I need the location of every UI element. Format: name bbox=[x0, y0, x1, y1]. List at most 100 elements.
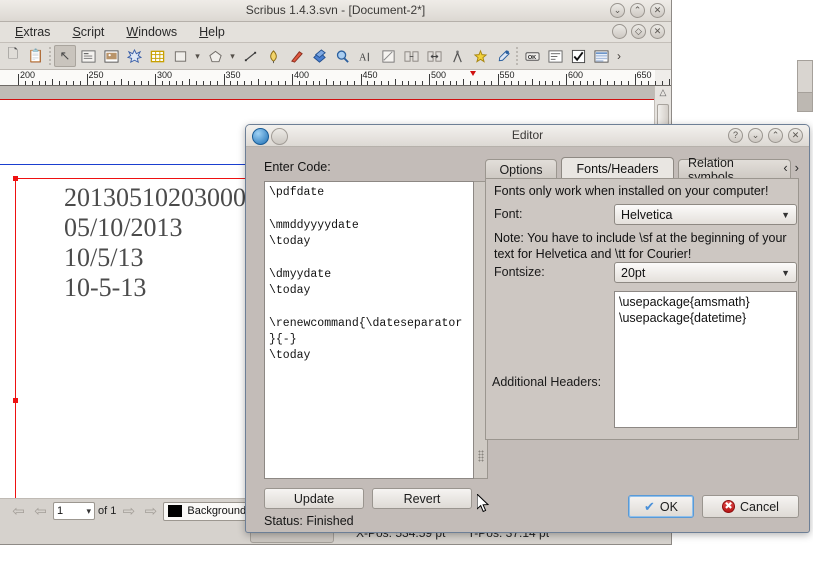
code-input[interactable]: \pdfdate \mmddyyyydate \today \dmyydate … bbox=[264, 181, 474, 479]
fontsize-label: Fontsize: bbox=[494, 265, 545, 279]
ruler-minor-tick bbox=[196, 81, 198, 85]
tab-prev-arrow-icon[interactable]: ‹ bbox=[783, 160, 787, 175]
maximize-button[interactable]: ⌃ bbox=[630, 3, 645, 18]
selected-text-frame[interactable]: 20130510203000 05/10/2013 10/5/13 10-5-1… bbox=[13, 176, 250, 499]
pdf-push-button-icon[interactable]: OK bbox=[521, 45, 543, 67]
minimize-button[interactable]: ⌄ bbox=[610, 3, 625, 18]
horizontal-ruler[interactable]: 200 250 300 350 400 450 500 550 600 650 bbox=[0, 70, 671, 86]
pdf-text-field-icon[interactable] bbox=[544, 45, 566, 67]
ruler-minor-tick bbox=[559, 81, 561, 85]
polygon-icon[interactable] bbox=[204, 45, 226, 67]
next-page-icon[interactable]: ⇨ bbox=[119, 502, 138, 520]
ruler-minor-tick bbox=[100, 81, 102, 85]
shape-dropdown-chevron-down-icon[interactable]: ▾ bbox=[192, 51, 203, 62]
edit-contents-icon[interactable]: A bbox=[354, 45, 376, 67]
pdf-checkbox-icon[interactable] bbox=[567, 45, 589, 67]
scroll-up-arrow-icon[interactable]: △ bbox=[655, 87, 671, 98]
close-button[interactable]: ✕ bbox=[650, 3, 665, 18]
ruler-minor-tick bbox=[381, 81, 383, 85]
render-frame-icon[interactable] bbox=[123, 45, 145, 67]
table-icon[interactable] bbox=[146, 45, 168, 67]
tab-relation-symbols[interactable]: Relation symbols bbox=[678, 156, 791, 184]
ruler-label: 350 bbox=[225, 70, 241, 80]
mdi-restore-button[interactable]: ◇ bbox=[631, 24, 646, 39]
text-frame-icon[interactable] bbox=[77, 45, 99, 67]
ruler-minor-tick bbox=[346, 81, 348, 85]
edit-text-icon[interactable] bbox=[377, 45, 399, 67]
menu-help[interactable]: Help bbox=[188, 23, 236, 41]
ruler-minor-tick bbox=[257, 79, 259, 85]
ok-button-label: OK bbox=[659, 499, 678, 514]
menu-extras[interactable]: Extras bbox=[4, 23, 61, 41]
bezier-icon[interactable] bbox=[262, 45, 284, 67]
ruler-label: 550 bbox=[499, 70, 515, 80]
copy-icon[interactable]: 📋 bbox=[25, 45, 47, 67]
ruler-minor-tick bbox=[572, 81, 574, 85]
font-label: Font: bbox=[494, 207, 523, 221]
ruler-minor-tick bbox=[278, 81, 280, 85]
new-document-icon[interactable]: 🗋 bbox=[2, 45, 24, 67]
ruler-minor-tick bbox=[24, 81, 26, 85]
close-button[interactable]: ✕ bbox=[788, 128, 803, 143]
tab-options[interactable]: Options bbox=[485, 159, 557, 179]
ruler-minor-tick bbox=[168, 81, 170, 85]
copy-item-properties-icon[interactable] bbox=[469, 45, 491, 67]
freehand-line-icon[interactable] bbox=[285, 45, 307, 67]
pdf-combo-box-icon[interactable] bbox=[590, 45, 612, 67]
chevron-down-icon: ▼ bbox=[781, 209, 790, 220]
eyedropper-icon[interactable] bbox=[492, 45, 514, 67]
cancel-button[interactable]: ✖ Cancel bbox=[702, 495, 799, 518]
cancel-icon: ✖ bbox=[722, 500, 736, 513]
font-select-value: Helvetica bbox=[621, 207, 673, 222]
menu-bar: Extras Script Windows Help bbox=[0, 22, 671, 43]
help-button[interactable]: ? bbox=[728, 128, 743, 143]
menu-windows[interactable]: Windows bbox=[115, 23, 188, 41]
ruler-minor-tick bbox=[326, 79, 328, 85]
ruler-label: 300 bbox=[157, 70, 173, 80]
mdi-close-button[interactable]: ✕ bbox=[650, 24, 665, 39]
ruler-minor-tick bbox=[613, 81, 615, 85]
update-button[interactable]: Update bbox=[264, 488, 364, 509]
fontsize-select[interactable]: 20pt ▼ bbox=[614, 262, 797, 283]
tab-fonts-headers[interactable]: Fonts/Headers bbox=[561, 157, 674, 179]
ruler-minor-tick bbox=[593, 81, 595, 85]
measurements-icon[interactable] bbox=[446, 45, 468, 67]
first-page-icon[interactable]: ⇦ bbox=[9, 502, 28, 520]
ruler-minor-tick bbox=[374, 81, 376, 85]
unlink-text-frames-icon[interactable] bbox=[423, 45, 445, 67]
menu-script[interactable]: Script bbox=[61, 23, 115, 41]
shape-icon[interactable] bbox=[169, 45, 191, 67]
additional-headers-input[interactable]: \usepackage{amsmath} \usepackage{datetim… bbox=[614, 291, 797, 428]
dialog-body: Enter Code: \pdfdate \mmddyyyydate \toda… bbox=[246, 146, 809, 532]
ok-button[interactable]: ✔ OK bbox=[628, 495, 694, 518]
ruler-label: 250 bbox=[88, 70, 104, 80]
frame-handle-top-left[interactable] bbox=[13, 176, 18, 181]
revert-button[interactable]: Revert bbox=[372, 488, 472, 509]
toolbar-separator bbox=[48, 46, 53, 66]
last-page-icon[interactable]: ⇨ bbox=[141, 502, 160, 520]
font-select[interactable]: Helvetica ▼ bbox=[614, 204, 797, 225]
previous-page-icon[interactable]: ⇦ bbox=[31, 502, 50, 520]
toolbar-overflow-icon[interactable]: › bbox=[613, 49, 625, 63]
mdi-minimize-button[interactable] bbox=[612, 24, 627, 39]
select-item-icon[interactable]: ↖ bbox=[54, 45, 76, 67]
ruler-minor-tick bbox=[387, 81, 389, 85]
frame-handle-bottom-left[interactable] bbox=[13, 398, 18, 403]
page-chevron-down-icon[interactable]: ▾ bbox=[86, 506, 91, 517]
tab-next-arrow-icon[interactable]: › bbox=[795, 160, 799, 175]
ruler-minor-tick bbox=[524, 81, 526, 85]
zoom-icon[interactable] bbox=[331, 45, 353, 67]
layer-selector[interactable]: Background bbox=[163, 501, 252, 521]
frame-text-content: 20130510203000 05/10/2013 10/5/13 10-5-1… bbox=[64, 183, 246, 303]
page-number-input[interactable]: 1 ▾ bbox=[53, 502, 95, 520]
ruler-minor-tick bbox=[538, 81, 540, 85]
rotate-item-icon[interactable] bbox=[308, 45, 330, 67]
line-icon[interactable] bbox=[239, 45, 261, 67]
image-frame-icon[interactable] bbox=[100, 45, 122, 67]
link-text-frames-icon[interactable] bbox=[400, 45, 422, 67]
ruler-minor-tick bbox=[93, 81, 95, 85]
maximize-button[interactable]: ⌃ bbox=[768, 128, 783, 143]
polygon-dropdown-chevron-down-icon[interactable]: ▾ bbox=[227, 51, 238, 62]
ruler-minor-tick bbox=[161, 81, 163, 85]
minimize-button[interactable]: ⌄ bbox=[748, 128, 763, 143]
